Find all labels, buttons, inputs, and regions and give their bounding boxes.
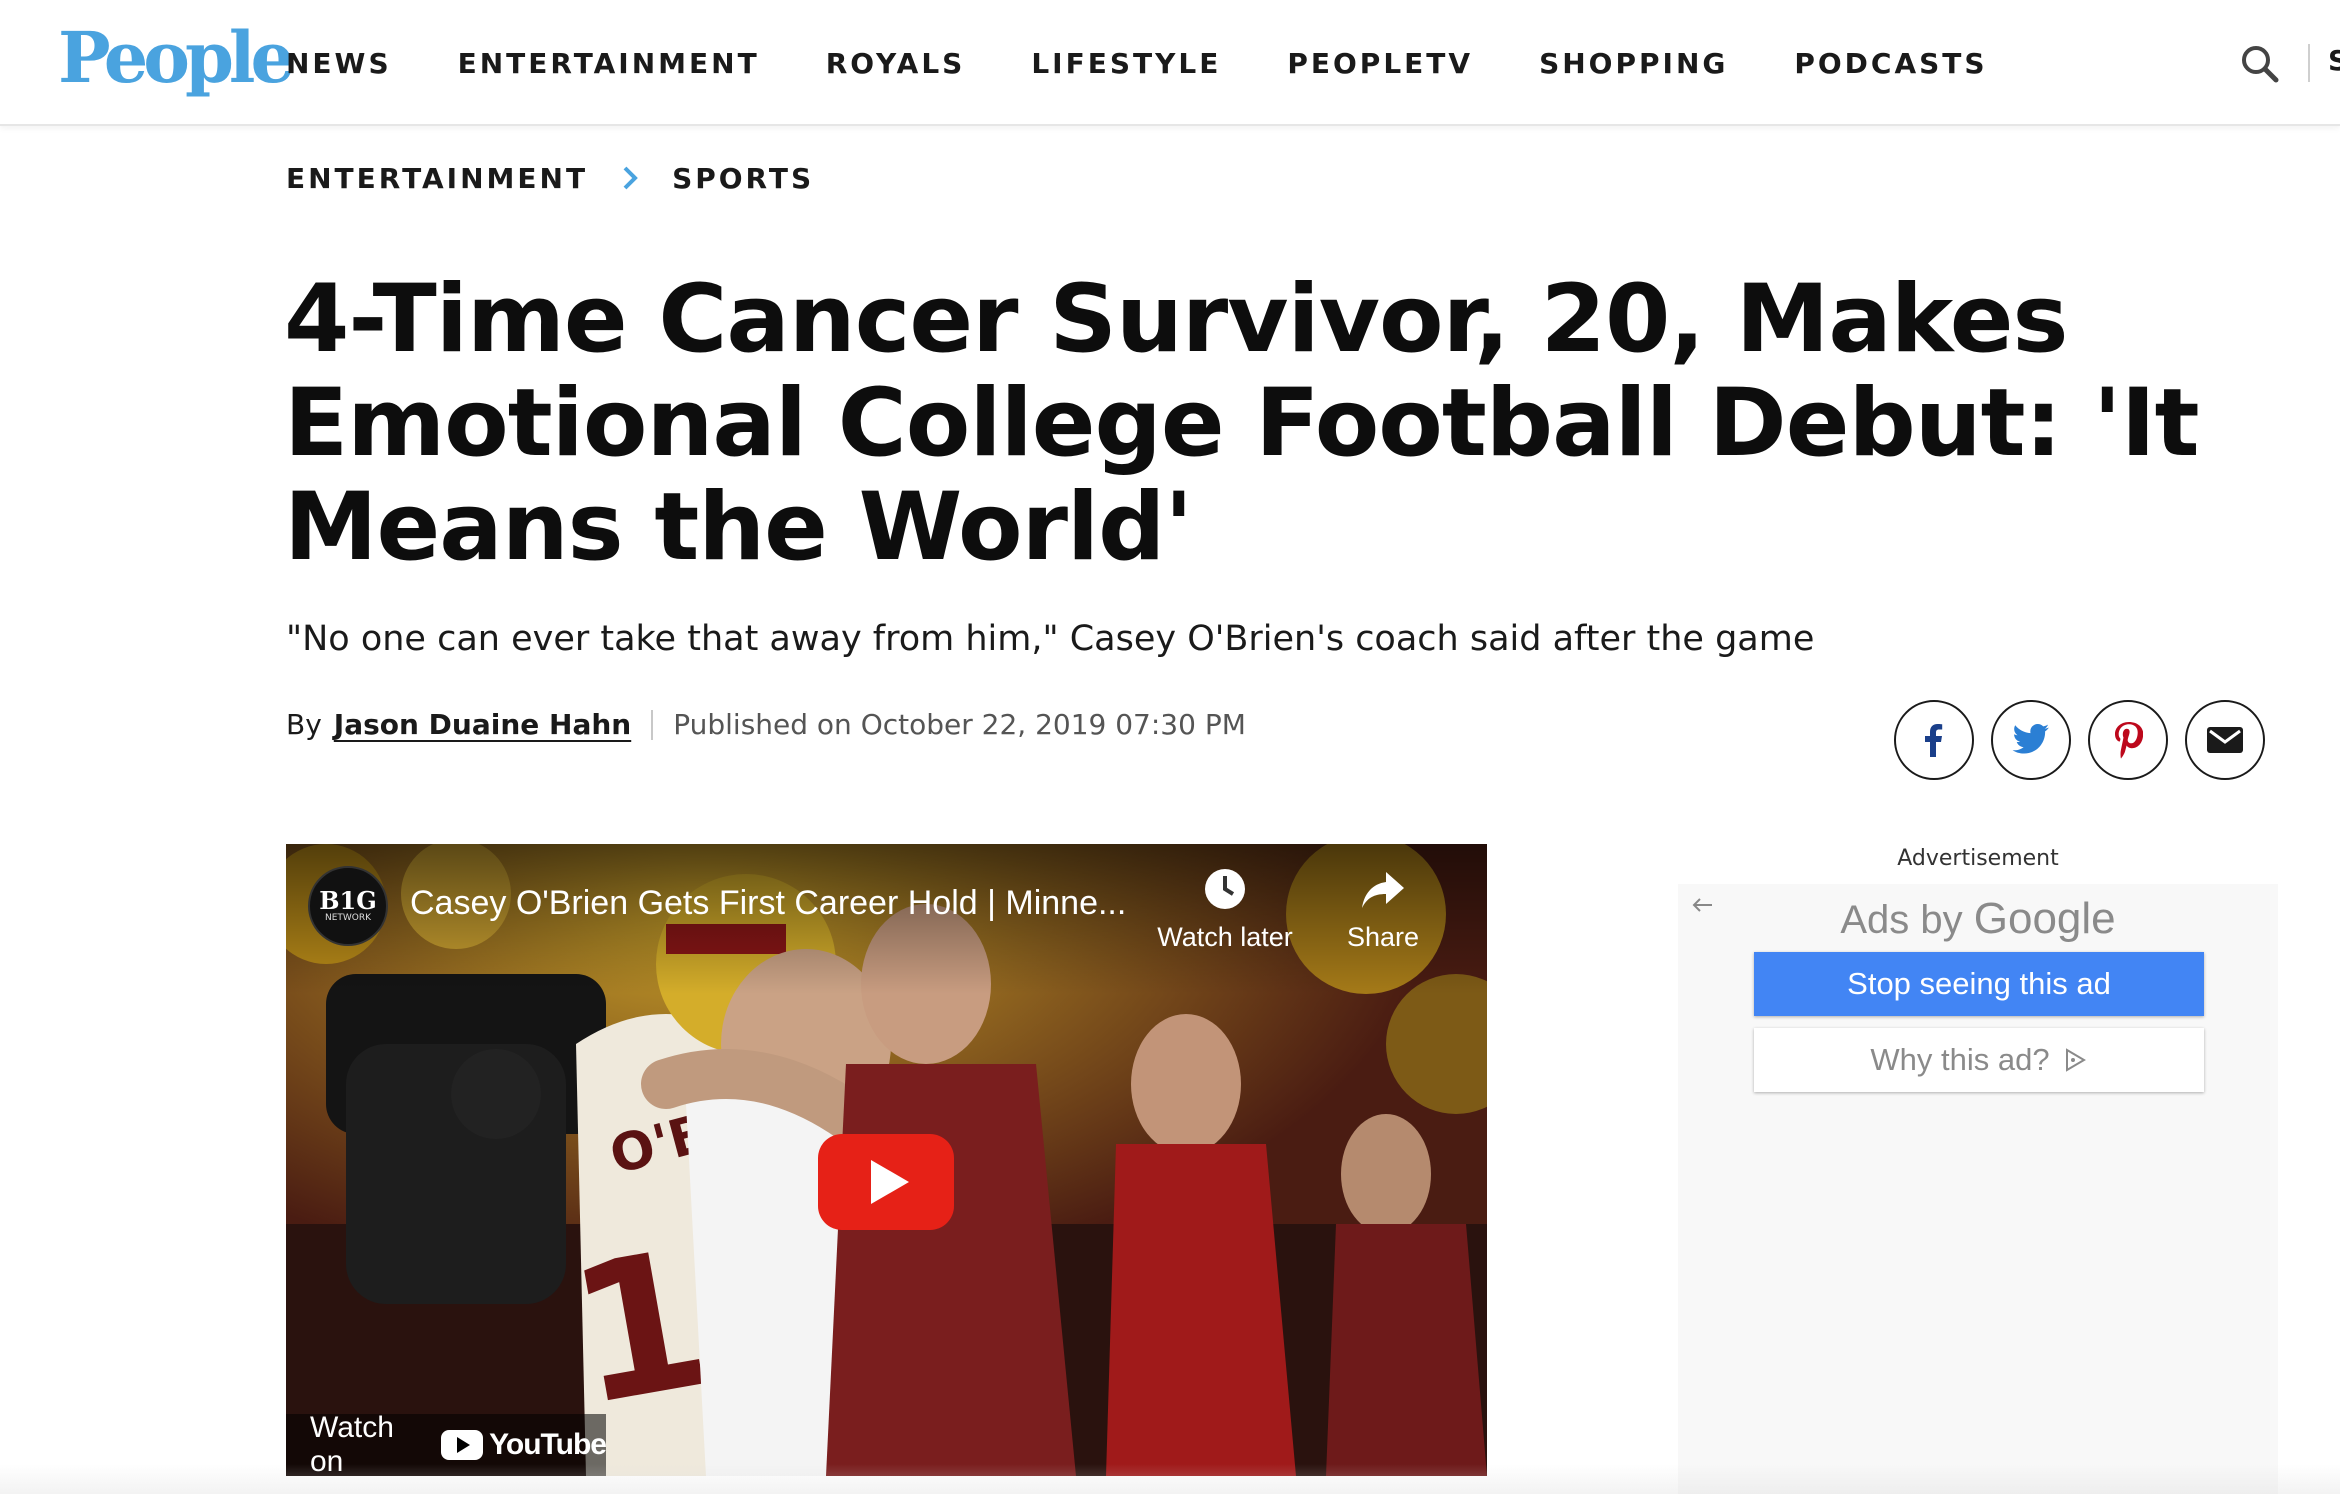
pinterest-icon [2115,722,2143,759]
nav-shopping[interactable]: SHOPPING [1539,44,1728,84]
nav-lifestyle[interactable]: LIFESTYLE [1031,44,1221,84]
channel-badge: B1G [319,886,377,915]
author-link[interactable]: Jason Duaine Hahn [334,708,631,741]
breadcrumb: ENTERTAINMENT SPORTS [286,160,814,196]
email-icon [2207,727,2243,753]
nav-podcasts[interactable]: PODCASTS [1794,44,1987,84]
channel-badge-sub: NETWORK [324,913,372,923]
nav-entertainment[interactable]: ENTERTAINMENT [458,44,760,84]
by-label: By [286,708,322,741]
ads-by-google: Ads by Google [1678,894,2278,944]
facebook-share-button[interactable] [1894,700,1974,780]
adchoices-icon [2065,1048,2086,1072]
header-clipped-item[interactable]: S [2328,44,2340,77]
email-share-button[interactable] [2185,700,2265,780]
nav-news[interactable]: NEWS [286,44,392,84]
twitter-icon [2012,724,2049,754]
google-wordmark: Google [1973,894,2116,943]
ads-by-label: Ads by [1840,898,1963,942]
watch-later-button[interactable]: Watch later [1150,866,1300,953]
why-this-ad-label: Why this ad? [1870,1042,2050,1077]
youtube-logo: YouTube [441,1428,607,1462]
youtube-play-icon [441,1430,484,1460]
pinterest-share-button[interactable] [2088,700,2168,780]
video-title[interactable]: Casey O'Brien Gets First Career Hold | M… [410,884,1170,923]
byline-divider [651,709,654,740]
video-player[interactable]: O'BRIEN 14 B1G NETWORK Casey O'Brien Get… [286,844,1487,1476]
breadcrumb-sports[interactable]: SPORTS [672,162,814,195]
play-button[interactable] [818,1134,954,1230]
nav-peopletv[interactable]: PEOPLETV [1287,44,1473,84]
clock-icon [1205,869,1245,909]
breadcrumb-entertainment[interactable]: ENTERTAINMENT [286,162,588,195]
bottom-fade [0,1464,2340,1494]
advertisement-label: Advertisement [1897,846,2059,871]
article-subhead: "No one can ever take that away from him… [286,619,1815,659]
facebook-icon [1925,724,1943,757]
ad-container: Ads by Google Stop seeing this ad Why th… [1678,884,2278,1494]
twitter-share-button[interactable] [1991,700,2071,780]
youtube-wordmark: YouTube [489,1428,607,1461]
share-bar [1894,700,2282,780]
chevron-right-icon [612,160,648,196]
why-this-ad-button[interactable]: Why this ad? [1754,1028,2204,1092]
publish-date: Published on October 22, 2019 07:30 PM [673,708,1246,741]
people-logo[interactable]: People [58,18,295,98]
byline: By Jason Duaine Hahn Published on Octobe… [286,708,1246,741]
channel-avatar[interactable]: B1G NETWORK [308,866,388,946]
site-header: People NEWS ENTERTAINMENT ROYALS LIFESTY… [0,0,2340,126]
stop-seeing-ad-button[interactable]: Stop seeing this ad [1754,952,2204,1016]
video-share-label: Share [1346,922,1420,952]
play-icon [871,1160,909,1204]
article-headline: 4-Time Cancer Survivor, 20, Makes Emotio… [284,265,2200,582]
share-arrow-icon [1362,872,1404,908]
main-nav: NEWS ENTERTAINMENT ROYALS LIFESTYLE PEOP… [286,44,2054,84]
nav-royals[interactable]: ROYALS [826,44,966,84]
watch-later-label: Watch later [1157,922,1293,952]
header-divider [2308,44,2310,82]
search-icon[interactable] [2236,40,2284,88]
video-share-button[interactable]: Share [1308,866,1458,953]
